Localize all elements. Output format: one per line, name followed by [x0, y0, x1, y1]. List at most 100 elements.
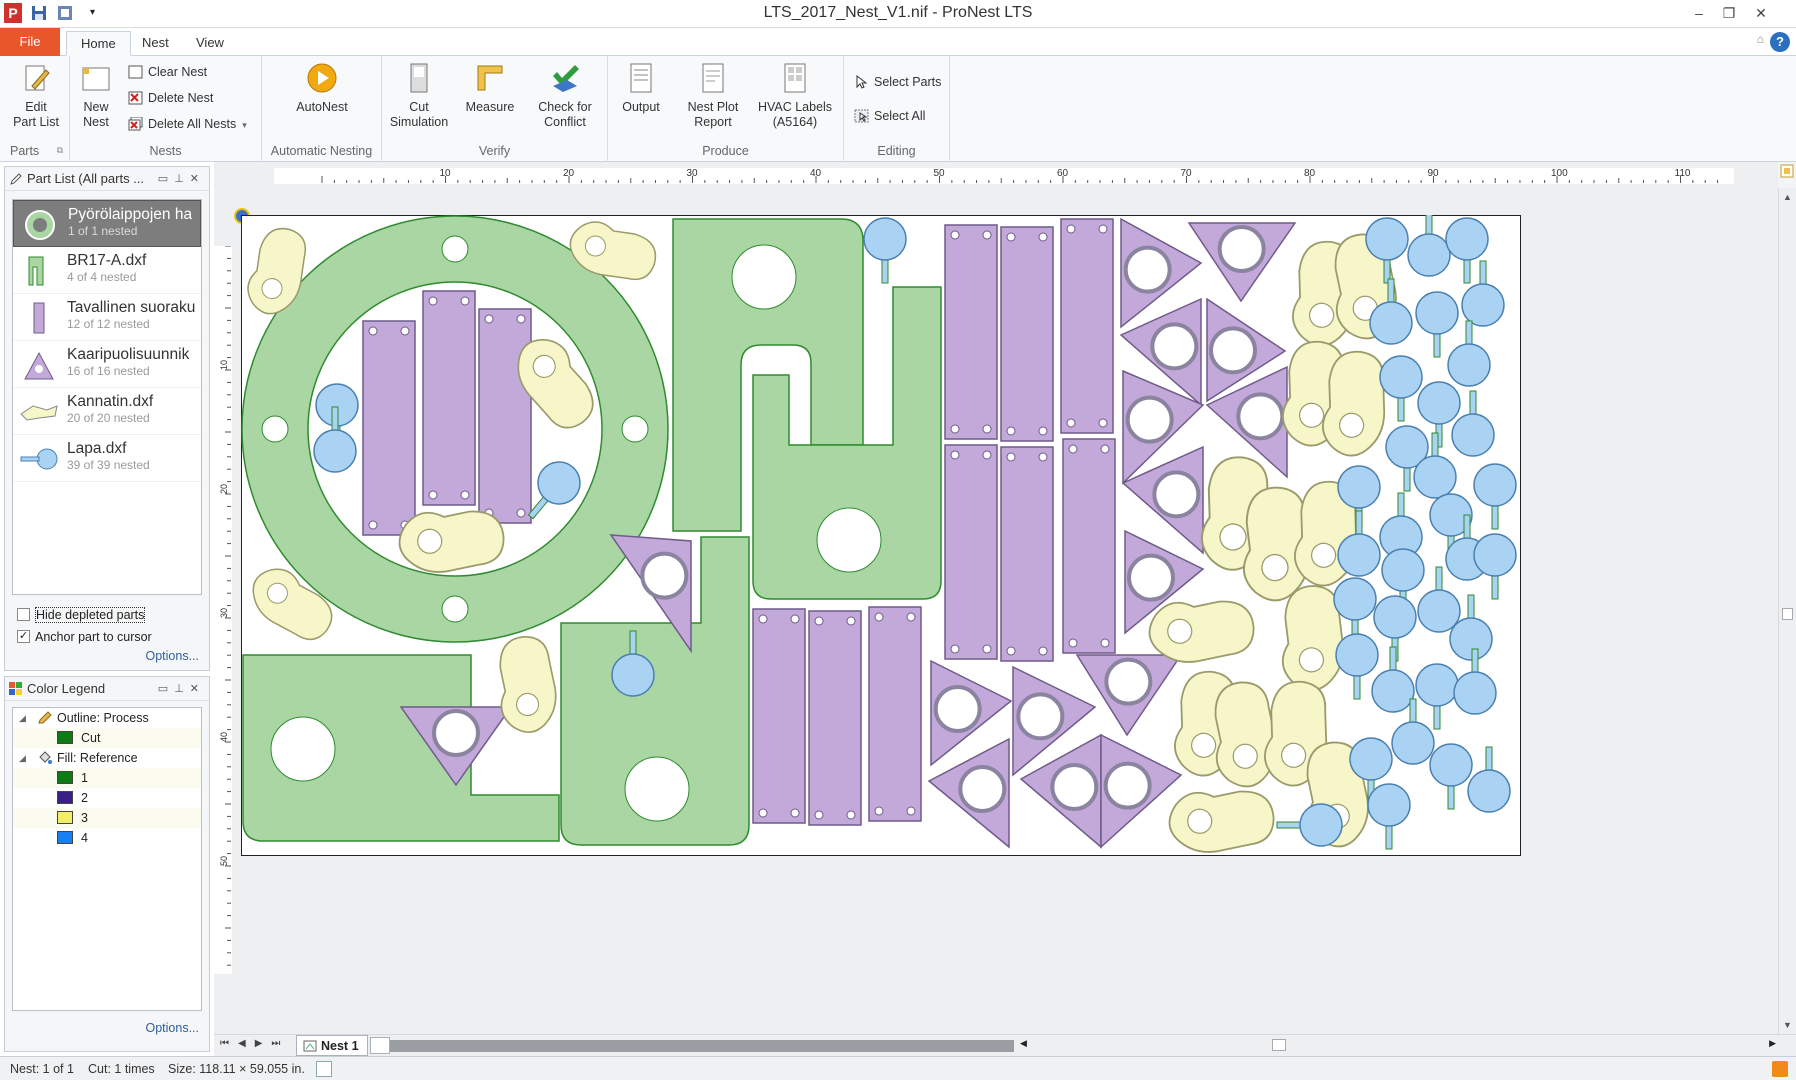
help-icon[interactable]: ?: [1770, 32, 1790, 52]
restore-button[interactable]: ❐: [1714, 2, 1744, 24]
triangle-hole[interactable]: [958, 765, 1007, 813]
rectangle-part[interactable]: [944, 224, 998, 440]
ring-hole[interactable]: [441, 595, 469, 623]
part-list-close-icon[interactable]: ✕: [190, 173, 205, 185]
rectangle-hole[interactable]: [1068, 444, 1078, 454]
scroll-down-arrow-icon[interactable]: ▼: [1783, 1020, 1792, 1030]
horizontal-scroll-thumb[interactable]: [1272, 1039, 1286, 1051]
horizontal-scrollbar[interactable]: ◀ ▶: [1018, 1035, 1778, 1056]
legend-pin-icon[interactable]: ⊥: [174, 683, 190, 695]
triangle-hole[interactable]: [640, 551, 689, 600]
nest-tab-1[interactable]: Nest 1: [296, 1035, 368, 1056]
part-list-item[interactable]: Kannatin.dxf 20 of 20 nested: [13, 388, 201, 435]
rectangle-hole[interactable]: [460, 296, 470, 306]
delete-all-nests-button[interactable]: Delete All Nests ▾: [128, 114, 247, 134]
ring-hole[interactable]: [621, 415, 649, 443]
rectangle-hole[interactable]: [790, 808, 800, 818]
rectangle-hole[interactable]: [846, 616, 856, 626]
rectangle-part[interactable]: [478, 308, 532, 524]
triangle-hole[interactable]: [1150, 322, 1199, 371]
rectangle-part[interactable]: [1000, 446, 1054, 662]
part-list-pin-icon[interactable]: ⊥: [174, 173, 190, 185]
part-list-float-icon[interactable]: ▭: [158, 173, 174, 185]
part-list-item[interactable]: Kaaripuolisuunnik 16 of 16 nested: [13, 341, 201, 388]
rectangle-hole[interactable]: [1098, 224, 1108, 234]
legend-fill-row[interactable]: ◢ Fill: Reference: [13, 748, 201, 768]
anchor-cursor-checkbox[interactable]: ✓ Anchor part to cursor: [17, 629, 152, 645]
tab-file[interactable]: File: [0, 28, 60, 56]
rectangle-hole[interactable]: [950, 230, 960, 240]
bracket-hole[interactable]: [816, 507, 882, 573]
rectangle-part[interactable]: [1060, 218, 1114, 434]
rectangle-hole[interactable]: [368, 520, 378, 530]
check-for-conflict-button[interactable]: Check for Conflict: [530, 62, 600, 130]
select-all-button[interactable]: Select All: [854, 106, 925, 126]
triangle-hole[interactable]: [1123, 245, 1172, 294]
bracket-hole[interactable]: [624, 756, 690, 822]
scroll-up-arrow-icon[interactable]: ▲: [1783, 192, 1792, 202]
clear-nest-button[interactable]: Clear Nest: [128, 62, 207, 82]
rectangle-hole[interactable]: [906, 612, 916, 622]
rectangle-part[interactable]: [1062, 438, 1116, 654]
rectangle-hole[interactable]: [982, 450, 992, 460]
triangle-hole[interactable]: [432, 709, 480, 757]
rectangle-hole[interactable]: [460, 490, 470, 500]
part-list-item[interactable]: Tavallinen suoraku 12 of 12 nested: [13, 294, 201, 341]
rectangle-hole[interactable]: [790, 614, 800, 624]
triangle-hole[interactable]: [1217, 225, 1266, 273]
rectangle-hole[interactable]: [1100, 638, 1110, 648]
rectangle-hole[interactable]: [1038, 232, 1048, 242]
part-list-options-link[interactable]: Options...: [146, 649, 200, 663]
part-list-item[interactable]: BR17-A.dxf 4 of 4 nested: [13, 247, 201, 294]
legend-outline-row[interactable]: ◢ Outline: Process: [13, 708, 201, 728]
select-parts-button[interactable]: Select Parts: [854, 72, 941, 92]
collapse-triangle-icon[interactable]: ◢: [19, 748, 26, 768]
scroll-left-arrow-icon[interactable]: ◀: [1020, 1038, 1027, 1049]
parts-dialog-launcher-icon[interactable]: ⧉: [57, 145, 63, 156]
bracket-hole[interactable]: [731, 244, 797, 310]
tab-view[interactable]: View: [182, 31, 238, 56]
vertical-scroll-thumb[interactable]: [1782, 608, 1793, 620]
status-check-icon[interactable]: [316, 1061, 332, 1077]
part-list-item[interactable]: Pyörölaippojen ha 1 of 1 nested: [13, 200, 201, 247]
nest-nav-arrows[interactable]: ⏮◀▶⏭: [220, 1038, 289, 1049]
triangle-hole[interactable]: [1104, 657, 1153, 706]
rectangle-hole[interactable]: [982, 230, 992, 240]
triangle-hole[interactable]: [1236, 392, 1285, 441]
rectangle-hole[interactable]: [982, 644, 992, 654]
rectangle-hole[interactable]: [1038, 452, 1048, 462]
hvac-labels-button[interactable]: HVAC Labels (A5164): [752, 62, 838, 130]
rectangle-hole[interactable]: [814, 616, 824, 626]
rectangle-hole[interactable]: [1006, 232, 1016, 242]
ring-hole[interactable]: [441, 235, 469, 263]
rectangle-hole[interactable]: [1068, 638, 1078, 648]
rectangle-part[interactable]: [868, 606, 922, 822]
rectangle-part[interactable]: [808, 610, 862, 826]
ring-hole[interactable]: [261, 415, 289, 443]
legend-close-icon[interactable]: ✕: [190, 683, 205, 695]
rectangle-hole[interactable]: [950, 450, 960, 460]
tab-home[interactable]: Home: [66, 31, 131, 56]
minimize-button[interactable]: –: [1684, 2, 1714, 24]
part-list-item[interactable]: Lapa.dxf 39 of 39 nested: [13, 435, 201, 482]
rectangle-hole[interactable]: [484, 314, 494, 324]
rectangle-hole[interactable]: [906, 806, 916, 816]
rectangle-hole[interactable]: [1066, 418, 1076, 428]
panel-toggle-icon[interactable]: [1778, 162, 1796, 182]
rectangle-hole[interactable]: [758, 614, 768, 624]
triangle-hole[interactable]: [1209, 326, 1257, 375]
hide-depleted-checkbox[interactable]: Hide depleted parts: [17, 607, 146, 623]
rectangle-hole[interactable]: [1066, 224, 1076, 234]
measure-button[interactable]: Measure: [460, 62, 520, 115]
rectangle-hole[interactable]: [516, 314, 526, 324]
rectangle-hole[interactable]: [1006, 646, 1016, 656]
bracket-hole[interactable]: [270, 716, 336, 782]
nest-workspace[interactable]: 10 20 30 40 50 60 70 80 90 100 110 10 20 30 40 50: [214, 162, 1778, 1034]
new-nest-tab-button[interactable]: [370, 1037, 390, 1054]
edit-part-list-button[interactable]: Edit Part List: [6, 62, 66, 130]
rss-feed-icon[interactable]: [1772, 1061, 1788, 1077]
output-button[interactable]: Output: [614, 62, 668, 115]
rectangle-hole[interactable]: [814, 810, 824, 820]
close-window-button[interactable]: ✕: [1746, 2, 1776, 24]
rectangle-part[interactable]: [944, 444, 998, 660]
